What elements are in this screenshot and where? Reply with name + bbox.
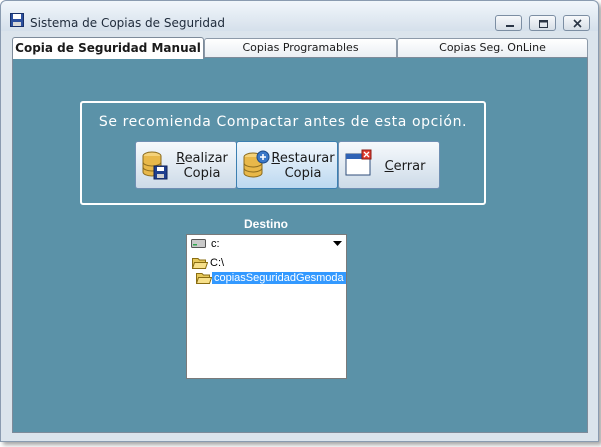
destination-label: Destino [243, 217, 288, 231]
restore-backup-button[interactable]: Restaurar Copia [236, 141, 338, 189]
restore-backup-label: Restaurar Copia [271, 151, 335, 181]
close-dialog-button[interactable]: Cerrar [338, 141, 440, 189]
title-bar[interactable]: Sistema de Copias de Seguridad [1, 1, 598, 31]
make-backup-button[interactable]: Realizar Copia [135, 141, 237, 189]
directory-item[interactable]: C:\ [187, 255, 346, 271]
hard-drive-icon [191, 239, 206, 248]
close-button[interactable] [563, 15, 590, 31]
open-folder-icon [196, 273, 212, 284]
maximize-icon [539, 20, 548, 28]
close-icon [573, 19, 582, 28]
directory-list[interactable]: C:\ copiasSeguridadGesmoda [186, 253, 347, 379]
make-backup-label: Realizar Copia [176, 151, 228, 181]
chevron-down-icon [333, 241, 342, 246]
database-restore-icon [243, 150, 270, 178]
drive-select-value: c: [211, 238, 220, 250]
backup-window: Sistema de Copias de Seguridad Copia de … [0, 0, 599, 442]
directory-item-selected[interactable]: copiasSeguridadGesmoda [187, 270, 346, 286]
tab-manual-backup[interactable]: Copia de Seguridad Manual [12, 37, 204, 59]
directory-item-label: C:\ [210, 257, 225, 269]
floppy-disk-icon [10, 13, 24, 27]
window-close-icon [345, 149, 372, 176]
close-dialog-label: Cerrar [384, 159, 426, 174]
database-save-icon [142, 151, 168, 180]
minimize-icon [506, 25, 514, 27]
maximize-button[interactable] [529, 15, 556, 31]
tab-online-backups[interactable]: Copias Seg. OnLine [397, 38, 588, 58]
tab-scheduled-backups[interactable]: Copias Programables [204, 38, 397, 58]
directory-item-label: copiasSeguridadGesmoda [212, 272, 346, 284]
drive-select[interactable]: c: [186, 234, 347, 254]
minimize-button[interactable] [495, 15, 522, 31]
open-folder-icon [192, 258, 208, 269]
window-title: Sistema de Copias de Seguridad [30, 16, 225, 30]
compact-recommendation: Se recomienda Compactar antes de esta op… [98, 114, 468, 130]
